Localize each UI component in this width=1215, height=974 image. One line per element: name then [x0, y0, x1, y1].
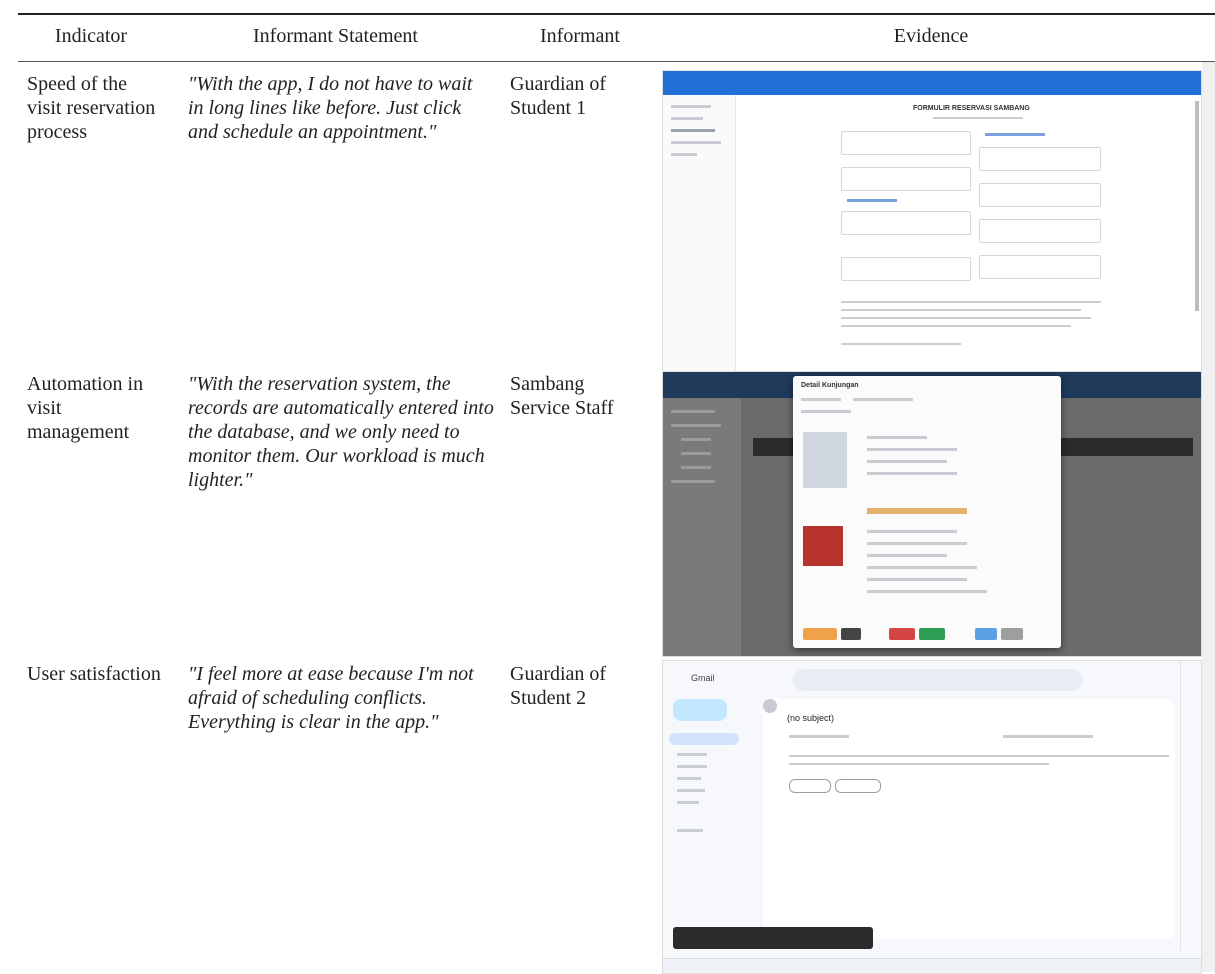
form-field	[979, 255, 1101, 279]
modal-button	[803, 628, 837, 640]
notification-snackbar	[673, 927, 873, 949]
mail-view: (no subject)	[763, 699, 1175, 939]
row1-statement: "With the app, I do not have to wait in …	[188, 73, 473, 143]
row3-indicator: User satisfaction	[27, 663, 161, 685]
header-rule	[18, 61, 1215, 62]
table-top-rule	[18, 13, 1215, 15]
row1-informant: Guardian of Student 1	[510, 73, 607, 119]
modal-button	[975, 628, 997, 640]
form-field	[841, 257, 971, 281]
header-statement: Informant Statement	[253, 25, 418, 47]
gmail-logo: Gmail	[691, 673, 715, 683]
modal-button	[1001, 628, 1023, 640]
form-field	[841, 211, 971, 235]
visitor-photo	[803, 432, 847, 488]
forward-button	[835, 779, 881, 793]
student-photo	[803, 526, 843, 566]
row2-informant: Sambang Service Staff	[510, 373, 614, 419]
evidence-reservation-form-screenshot: FORMULIR RESERVASI SAMBANG	[662, 70, 1202, 372]
form-field	[841, 131, 971, 155]
header-indicator: Indicator	[54, 25, 128, 47]
scrollbar	[1195, 101, 1199, 311]
modal-button	[919, 628, 945, 640]
modal-button	[841, 628, 861, 640]
form-title: FORMULIR RESERVASI SAMBANG	[913, 105, 1030, 112]
row1-indicator: Speed of the visit reservation process	[27, 73, 156, 143]
modal-button	[889, 628, 915, 640]
sidebar	[663, 398, 741, 656]
inbox-item	[669, 733, 739, 745]
reply-button	[789, 779, 831, 793]
form-field	[979, 147, 1101, 171]
row3-informant: Guardian of Student 2	[510, 663, 607, 709]
header-informant: Informant	[540, 25, 620, 47]
modal-title: Detail Kunjungan	[801, 382, 859, 389]
search-bar	[793, 669, 1083, 691]
header-evidence: Evidence	[893, 25, 969, 47]
app-bar	[663, 71, 1201, 95]
row2-statement: "With the reservation system, the record…	[188, 373, 494, 491]
form-field	[979, 183, 1101, 207]
row2-indicator: Automation in visit management	[27, 373, 144, 443]
side-panel	[1180, 661, 1201, 951]
avatar	[763, 699, 777, 713]
row3-statement: "I feel more at ease because I'm not afr…	[188, 663, 474, 733]
page-margin	[1202, 62, 1215, 972]
mail-subject: (no subject)	[787, 713, 835, 723]
evidence-visit-detail-screenshot: Detail Kunjungan	[662, 371, 1202, 657]
form-field	[841, 167, 971, 191]
evidence-gmail-screenshot: Gmail (no subject)	[662, 660, 1202, 974]
visit-detail-modal: Detail Kunjungan	[793, 376, 1061, 648]
form-field	[979, 219, 1101, 243]
compose-button	[673, 699, 727, 721]
sidebar	[663, 95, 736, 371]
taskbar	[663, 958, 1201, 973]
